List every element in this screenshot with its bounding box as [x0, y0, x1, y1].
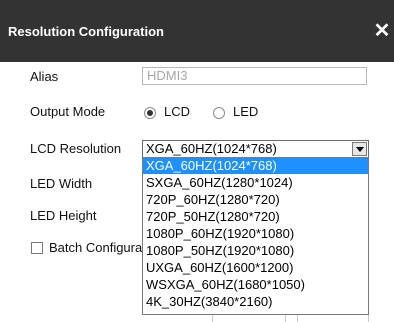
- radio-lcd-label: LCD: [164, 104, 191, 119]
- batch-config-checkbox[interactable]: [31, 242, 43, 254]
- dialog-title: Resolution Configuration: [8, 24, 164, 39]
- dropdown-option[interactable]: WSXGA_60HZ(1680*1050): [143, 277, 368, 293]
- alias-label: Alias: [30, 69, 59, 84]
- lcd-resolution-label: LCD Resolution: [30, 141, 122, 156]
- led-height-label: LED Height: [30, 208, 97, 223]
- batch-config-label: Batch Configura: [49, 240, 143, 255]
- close-icon[interactable]: ✕: [372, 19, 392, 43]
- dropdown-option[interactable]: UXGA_60HZ(1600*1200): [143, 260, 368, 276]
- dropdown-option[interactable]: 1080P_60HZ(1920*1080): [143, 226, 368, 242]
- dialog-titlebar: Resolution Configuration ✕: [0, 0, 394, 62]
- output-mode-label: Output Mode: [30, 104, 106, 119]
- lcd-resolution-dropdown: XGA_60HZ(1024*768) SXGA_60HZ(1280*1024) …: [142, 157, 369, 315]
- alias-input[interactable]: HDMI3: [142, 67, 367, 85]
- dropdown-option[interactable]: 1080P_50HZ(1920*1080): [143, 243, 368, 259]
- radio-led[interactable]: [213, 107, 225, 119]
- dropdown-option[interactable]: 720P_50HZ(1280*720): [143, 209, 368, 225]
- led-width-label: LED Width: [30, 176, 93, 191]
- chevron-down-icon[interactable]: [352, 142, 367, 156]
- dropdown-option[interactable]: SXGA_60HZ(1280*1024): [143, 175, 368, 191]
- radio-led-label: LED: [233, 104, 259, 119]
- dropdown-option[interactable]: 720P_60HZ(1280*720): [143, 192, 368, 208]
- lcd-resolution-value: XGA_60HZ(1024*768): [146, 141, 277, 156]
- radio-lcd[interactable]: [144, 107, 156, 119]
- dropdown-option[interactable]: 4K_30HZ(3840*2160): [143, 294, 368, 310]
- dropdown-option[interactable]: XGA_60HZ(1024*768): [143, 158, 368, 174]
- lcd-resolution-select[interactable]: XGA_60HZ(1024*768): [142, 140, 369, 158]
